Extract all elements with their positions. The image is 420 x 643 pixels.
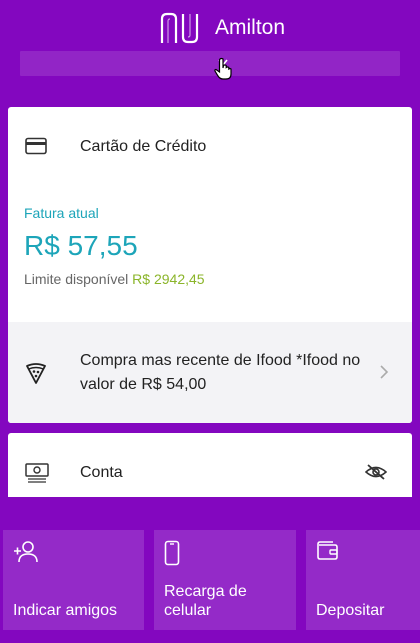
tile-indicar-amigos[interactable]: Indicar amigos [3, 530, 144, 630]
limite-value: R$ 2942,45 [132, 271, 205, 287]
collapse-toggle[interactable] [20, 51, 400, 76]
app-header: Amilton [0, 0, 420, 100]
wallet-icon [317, 541, 338, 560]
limite-disponivel: Limite disponível R$ 2942,45 [24, 271, 205, 287]
tile-label: Depositar [316, 602, 385, 619]
hand-cursor-icon [214, 57, 232, 80]
nubank-logo-icon [160, 12, 199, 44]
credit-card-panel[interactable]: Cartão de Crédito Fatura atual R$ 57,55 … [8, 107, 412, 423]
recent-purchase[interactable]: Compra mas recente de Ifood *Ifood no va… [8, 322, 412, 423]
money-icon [25, 463, 49, 483]
recent-purchase-text: Compra mas recente de Ifood *Ifood no va… [80, 352, 361, 393]
account-title: Conta [80, 464, 123, 481]
fatura-value: R$ 57,55 [24, 230, 138, 261]
tile-recarga-celular[interactable]: Recarga de celular [154, 530, 296, 630]
credit-card-title: Cartão de Crédito [80, 138, 207, 155]
shortcut-tiles: Indicar amigos Recarga de celular Deposi… [0, 530, 420, 630]
tile-depositar[interactable]: Depositar [306, 530, 420, 630]
limite-label: Limite disponível [24, 271, 129, 287]
user-name: Amilton [215, 16, 286, 39]
tile-label: Indicar amigos [13, 602, 118, 619]
eye-off-icon[interactable] [365, 463, 387, 481]
credit-card-icon [25, 137, 47, 155]
chevron-right-icon[interactable] [379, 364, 389, 380]
pizza-icon [26, 363, 46, 384]
fatura-label: Fatura atual [24, 205, 99, 221]
phone-icon [164, 540, 180, 566]
add-user-icon [14, 541, 38, 563]
tile-label: Recarga de celular [164, 583, 247, 619]
account-panel[interactable]: Conta [8, 433, 412, 497]
